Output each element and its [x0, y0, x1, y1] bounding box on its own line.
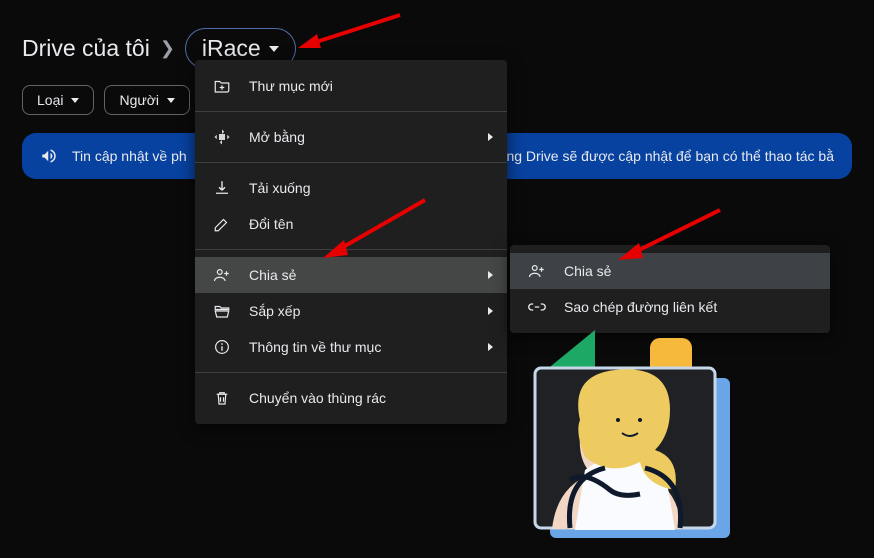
- menu-divider: [195, 162, 507, 163]
- chevron-right-icon: [488, 307, 493, 315]
- submenu-label: Sao chép đường liên kết: [564, 299, 717, 315]
- new-folder-icon: [211, 77, 233, 95]
- caret-down-icon: [167, 98, 175, 103]
- context-menu: Thư mục mới Mở bằng Tải xuống Đổi tên Ch…: [195, 60, 507, 424]
- submenu-item-copy-link[interactable]: Sao chép đường liên kết: [510, 289, 830, 325]
- menu-item-folder-info[interactable]: Thông tin về thư mục: [195, 329, 507, 365]
- menu-label: Đổi tên: [249, 216, 293, 232]
- chevron-right-icon: [488, 343, 493, 351]
- illustration: [510, 320, 760, 550]
- trash-icon: [211, 389, 233, 407]
- filter-type[interactable]: Loại: [22, 85, 94, 115]
- pencil-icon: [211, 215, 233, 233]
- megaphone-icon: [40, 147, 58, 165]
- menu-label: Chuyển vào thùng rác: [249, 390, 386, 406]
- banner-text-after: trong Drive sẽ được cập nhật để bạn có t…: [490, 148, 834, 164]
- chevron-right-icon: ❯: [160, 38, 175, 59]
- person-add-icon: [526, 262, 548, 280]
- share-submenu: Chia sẻ Sao chép đường liên kết: [510, 245, 830, 333]
- breadcrumb-current-label: iRace: [202, 35, 261, 62]
- caret-down-icon: [71, 98, 79, 103]
- menu-label: Thư mục mới: [249, 78, 333, 94]
- submenu-label: Chia sẻ: [564, 263, 611, 279]
- submenu-item-share[interactable]: Chia sẻ: [510, 253, 830, 289]
- filter-type-label: Loại: [37, 92, 63, 108]
- download-icon: [211, 179, 233, 197]
- menu-label: Mở bằng: [249, 129, 305, 145]
- chevron-right-icon: [488, 133, 493, 141]
- info-icon: [211, 338, 233, 356]
- menu-item-trash[interactable]: Chuyển vào thùng rác: [195, 380, 507, 416]
- banner-text-before: Tin cập nhật về ph: [72, 148, 187, 164]
- menu-item-open-with[interactable]: Mở bằng: [195, 119, 507, 155]
- menu-divider: [195, 111, 507, 112]
- link-icon: [526, 298, 548, 316]
- menu-item-rename[interactable]: Đổi tên: [195, 206, 507, 242]
- folder-open-icon: [211, 302, 233, 320]
- menu-item-share[interactable]: Chia sẻ: [195, 257, 507, 293]
- filter-people-label: Người: [119, 92, 159, 108]
- chevron-right-icon: [488, 271, 493, 279]
- menu-divider: [195, 372, 507, 373]
- caret-down-icon: [269, 46, 279, 52]
- filter-people[interactable]: Người: [104, 85, 190, 115]
- person-add-icon: [211, 266, 233, 284]
- menu-label: Thông tin về thư mục: [249, 339, 381, 355]
- menu-item-new-folder[interactable]: Thư mục mới: [195, 68, 507, 104]
- menu-label: Sắp xếp: [249, 303, 300, 319]
- menu-item-organize[interactable]: Sắp xếp: [195, 293, 507, 329]
- breadcrumb-root[interactable]: Drive của tôi: [22, 35, 150, 62]
- menu-divider: [195, 249, 507, 250]
- menu-label: Chia sẻ: [249, 267, 296, 283]
- open-with-icon: [211, 128, 233, 146]
- menu-item-download[interactable]: Tải xuống: [195, 170, 507, 206]
- menu-label: Tải xuống: [249, 180, 310, 196]
